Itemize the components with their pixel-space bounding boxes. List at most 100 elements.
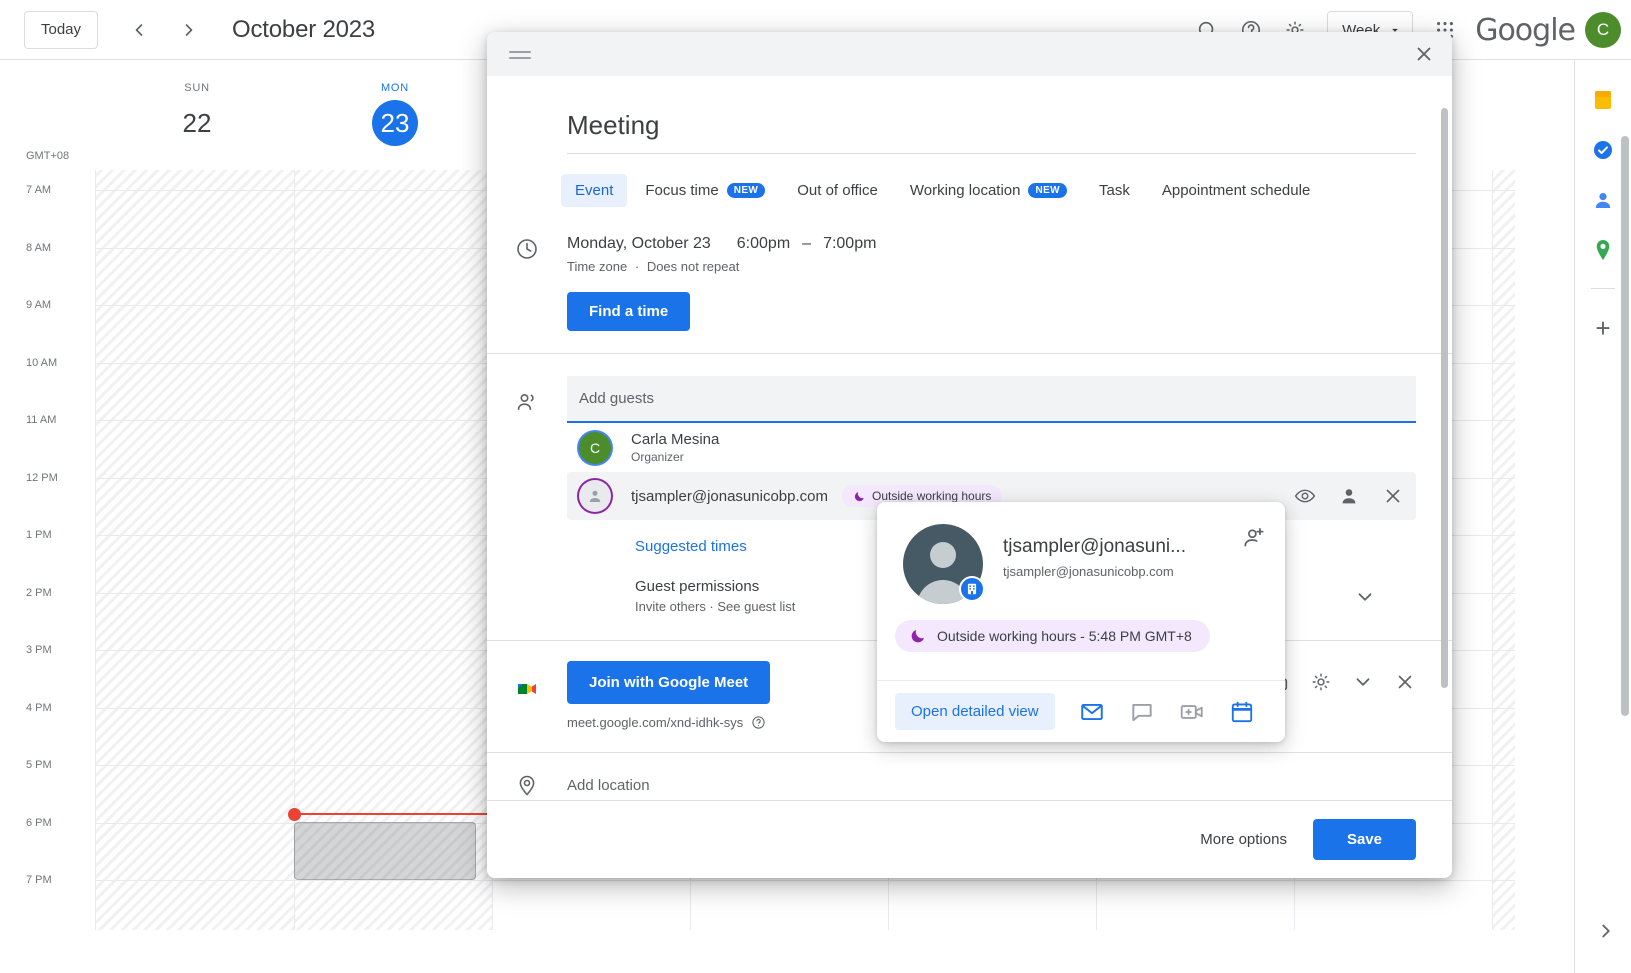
dialog-scrollbar-thumb[interactable] (1441, 108, 1448, 688)
status-text: Outside working hours - 5:48 PM GMT+8 (937, 628, 1192, 644)
tab-focus-time[interactable]: Focus time NEW (631, 174, 779, 207)
dot-separator: · (635, 259, 639, 274)
guest-role: Organizer (631, 450, 719, 464)
dialog-body: Event Focus time NEW Out of office Worki… (487, 76, 1452, 878)
meet-expand-chevron-icon[interactable] (1352, 671, 1374, 693)
current-time-dot (288, 808, 301, 821)
when-section: Monday, October 23 6:00pm – 7:00pm Time … (487, 235, 1452, 331)
video-call-icon[interactable] (1179, 699, 1205, 725)
hovercard-actions: Open detailed view (877, 680, 1285, 742)
expand-permissions-chevron-icon[interactable] (1354, 586, 1376, 613)
hour-label: 11 AM (26, 414, 56, 426)
hour-gridline (95, 880, 1515, 881)
event-title-input[interactable] (567, 106, 1416, 154)
tab-event[interactable]: Event (561, 174, 627, 207)
calendar-icon[interactable] (1229, 699, 1255, 725)
tab-out-of-office[interactable]: Out of office (783, 174, 892, 207)
day-name: MON (296, 82, 494, 94)
tab-label: Out of office (797, 182, 878, 199)
page-scrollbar-thumb[interactable] (1621, 136, 1629, 716)
contact-hovercard: tjsampler@jonasuni... tjsampler@jonasuni… (877, 502, 1285, 742)
tab-working-location[interactable]: Working location NEW (896, 174, 1081, 207)
close-icon[interactable] (1410, 40, 1438, 68)
rail-divider (1591, 288, 1615, 289)
tab-task[interactable]: Task (1085, 174, 1144, 207)
add-guests-input[interactable] (567, 376, 1416, 423)
event-editor-dialog: Event Focus time NEW Out of office Worki… (487, 32, 1452, 878)
hatched-column-mon (294, 170, 492, 930)
timezone-button[interactable]: Time zone (567, 259, 627, 274)
hour-label: 9 AM (26, 299, 51, 311)
chip-label: Outside working hours (872, 489, 991, 503)
more-options-button[interactable]: More options (1200, 831, 1287, 848)
event-start-time[interactable]: 6:00pm (737, 235, 790, 253)
column-divider (1492, 170, 1493, 930)
today-button[interactable]: Today (24, 11, 98, 49)
google-tasks-icon[interactable] (1591, 138, 1615, 162)
timezone-label: GMT+08 (26, 150, 69, 162)
moon-icon (853, 490, 866, 503)
building-icon (965, 582, 979, 596)
hovercard-display-name: tjsampler@jonasuni... (1003, 536, 1223, 558)
dialog-footer: More options Save (487, 800, 1452, 878)
directory-badge-icon (959, 576, 985, 602)
avatar (579, 480, 611, 512)
event-date[interactable]: Monday, October 23 (567, 235, 711, 253)
email-icon[interactable] (1079, 699, 1105, 725)
suggested-times-link[interactable]: Suggested times (635, 538, 747, 555)
account-avatar[interactable]: C (1585, 12, 1621, 48)
meet-url[interactable]: meet.google.com/xnd-idhk-sys (567, 715, 743, 730)
next-period-icon[interactable] (170, 11, 208, 49)
google-wordmark: Google (1475, 13, 1575, 48)
add-contact-icon[interactable] (1241, 524, 1267, 550)
hour-label: 3 PM (26, 644, 52, 656)
guest-name: Carla Mesina (631, 431, 719, 448)
google-contacts-icon[interactable] (1591, 188, 1615, 212)
expand-panel-icon[interactable] (1595, 920, 1617, 947)
avatar: C (579, 432, 611, 464)
time-dash: – (802, 235, 811, 253)
join-with-google-meet-button[interactable]: Join with Google Meet (567, 661, 770, 704)
dialog-header[interactable] (487, 32, 1452, 76)
help-circle-icon[interactable] (751, 715, 766, 730)
hour-label: 5 PM (26, 759, 52, 771)
meet-settings-gear-icon[interactable] (1310, 671, 1332, 693)
day-column-header-mon[interactable]: MON 23 (296, 82, 494, 146)
clock-icon (515, 237, 539, 261)
drag-handle-icon[interactable] (509, 47, 531, 61)
avatar-head (930, 542, 956, 568)
repeat-button[interactable]: Does not repeat (647, 259, 740, 274)
column-divider (95, 170, 96, 930)
page-title: October 2023 (232, 16, 375, 44)
google-keep-icon[interactable] (1591, 88, 1615, 112)
previous-period-icon[interactable] (120, 11, 158, 49)
add-location-input[interactable] (567, 773, 1416, 798)
meet-url-row: meet.google.com/xnd-idhk-sys (567, 715, 770, 730)
hatched-column-sun (95, 170, 294, 930)
mark-optional-icon[interactable] (1338, 485, 1360, 507)
meet-actions (1268, 661, 1416, 693)
add-addon-icon[interactable]: + (1595, 315, 1610, 341)
event-type-tabs: Event Focus time NEW Out of office Worki… (487, 154, 1452, 207)
add-guests-field[interactable] (567, 376, 1416, 423)
tab-label: Event (575, 182, 613, 199)
view-availability-icon[interactable] (1294, 485, 1316, 507)
google-maps-icon[interactable] (1591, 238, 1615, 262)
remove-guest-icon[interactable] (1382, 485, 1404, 507)
find-a-time-button[interactable]: Find a time (567, 292, 690, 331)
hovercard-names: tjsampler@jonasuni... tjsampler@jonasuni… (1003, 524, 1265, 604)
guest-row-organizer[interactable]: C Carla Mesina Organizer (567, 423, 1416, 472)
chat-icon[interactable] (1129, 699, 1155, 725)
day-name: SUN (98, 82, 296, 94)
draft-event-block[interactable] (294, 822, 476, 880)
page-scrollbar-track[interactable] (1619, 60, 1631, 973)
section-divider (487, 752, 1452, 753)
open-detailed-view-button[interactable]: Open detailed view (895, 693, 1055, 730)
tab-appointment-schedule[interactable]: Appointment schedule (1148, 174, 1324, 207)
meet-block: Join with Google Meet meet.google.com/xn… (567, 661, 770, 730)
remove-conferencing-icon[interactable] (1394, 671, 1416, 693)
day-column-header-sun[interactable]: SUN 22 (98, 82, 296, 146)
save-button[interactable]: Save (1313, 819, 1416, 860)
hour-label: 7 PM (26, 874, 52, 886)
event-end-time[interactable]: 7:00pm (823, 235, 876, 253)
